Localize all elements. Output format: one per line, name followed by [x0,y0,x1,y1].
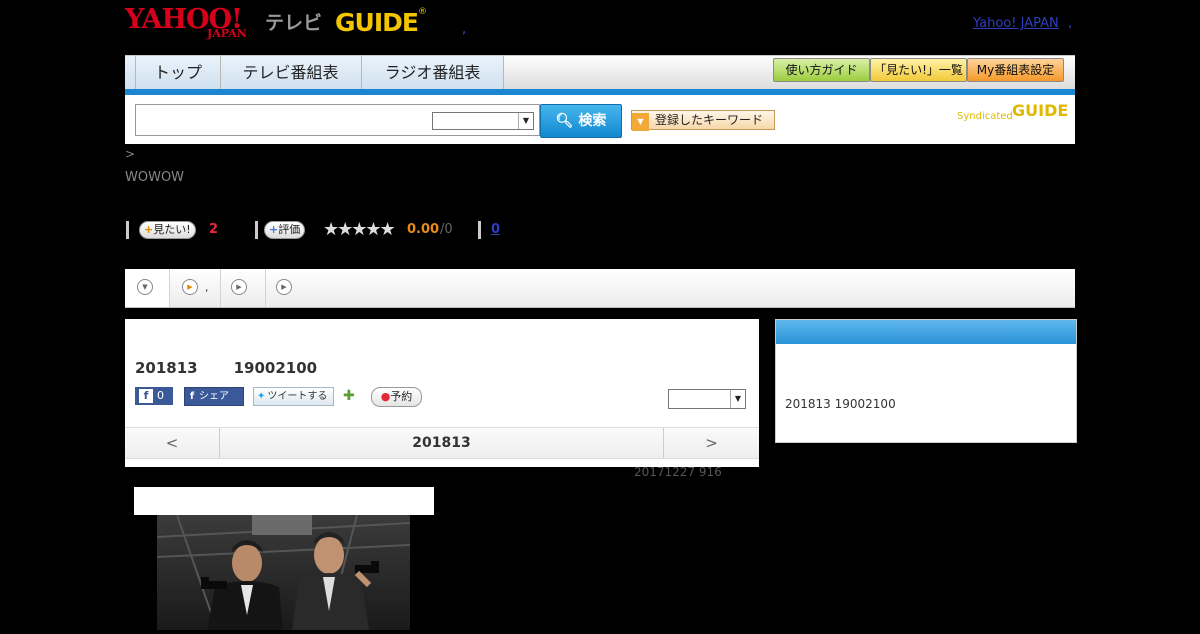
chevron-down-icon: ▼ [730,390,745,408]
program-date: 201813 [135,359,198,377]
tweet-label: ツイートする [267,391,328,402]
yahoo-japan-logo[interactable]: YAHOO! JAPAN [125,6,260,42]
japan-logo-text: JAPAN [207,27,247,40]
tweet-button[interactable]: ✦ ツイートする [253,387,334,406]
breadcrumb[interactable]: > [125,147,135,161]
gguide-logo[interactable]: GUIDE® [335,7,435,41]
want-list-button[interactable]: 「見たい!」一覧 [870,58,967,82]
facebook-like-button[interactable]: f0 [135,387,173,405]
stat-divider [255,221,258,239]
main-nav-bar: トップ テレビ番組表 ラジオ番組表 使い方ガイド 「見たい!」一覧 My番組表設… [125,55,1075,90]
program-subtabs: ▼ ▶ , ▶ ▶ [125,269,1075,308]
add-to-calendar-icon[interactable]: ✚ [343,388,359,404]
play-circle-icon: ▶ [231,279,247,295]
syndicated-label: Syndicated [957,111,1013,122]
want-button-label: 見たい! [153,223,191,236]
facebook-icon: f [189,391,195,402]
next-date-button[interactable]: > [663,428,759,458]
side-panel-header [776,320,1076,344]
review-count-link[interactable]: 0 [491,222,500,237]
subtab-4[interactable]: ▶ [266,269,310,307]
side-panel-schedule: 201813 19002100 [785,397,896,411]
rating-total: /0 [440,222,453,237]
my-schedule-settings-button[interactable]: My番組表設定 [967,58,1064,82]
guide-button[interactable]: 使い方ガイド [773,58,870,82]
play-circle-icon: ▶ [182,279,198,295]
chevron-down-circle-icon: ▼ [137,279,153,295]
reserve-label: 予約 [390,390,413,403]
search-button-label: 検索 [578,113,607,129]
facebook-icon: f [139,389,153,403]
header-separator: , [462,22,467,37]
twitter-bird-icon: ✦ [257,391,266,402]
share-label: シェア [199,391,229,402]
header-link-separator: , [1068,16,1073,31]
plus-icon: + [144,223,154,236]
nav-tab-radio-schedule[interactable]: ラジオ番組表 [362,56,504,90]
subtab-2[interactable]: ▶ , [170,269,221,307]
nav-tab-tv-schedule[interactable]: テレビ番組表 [220,56,362,90]
record-dot-icon: ● [380,390,391,403]
play-circle-icon: ▶ [276,279,292,295]
program-title: 201813 19002100 [135,359,317,377]
registered-keywords-button[interactable]: ▼ 登録したキーワード [631,110,775,131]
program-detail-panel: 201813 19002100 f0 f シェア ✦ ツイートする ✚ ●予約 ▼ <… [125,319,759,467]
current-date: 201813 [412,435,471,451]
side-panel: 201813 19002100 [775,319,1077,443]
program-photo[interactable] [156,514,411,631]
triangle-down-icon: ▼ [632,113,649,131]
facebook-like-count: 0 [157,389,164,402]
registered-keywords-label: 登録したキーワード [655,113,764,127]
registered-mark: ® [417,7,427,17]
rating-stars-icon: ★★★★★ [323,219,396,240]
syndicated-gguide-logo: GUIDE [1012,101,1069,120]
gguide-logo-text: GUIDE [335,8,419,37]
program-option-select[interactable]: ▼ [668,389,746,409]
chevron-down-icon: ▼ [518,113,533,129]
subtab-3[interactable]: ▶ [221,269,266,307]
stat-divider [126,221,129,239]
rate-button[interactable]: +評価 [264,221,306,239]
yahoo-japan-link[interactable]: Yahoo! JAPAN [973,16,1059,31]
image-caption-bar [134,487,434,515]
program-photo-image [156,514,411,631]
prev-date-button[interactable]: < [125,428,220,458]
search-area: ▼ 🔍︎ 検索 ▼ 登録したキーワード Syndicated GUIDE [125,95,1075,144]
plus-icon: + [269,223,279,236]
rate-button-label: 評価 [278,223,301,236]
program-time: 19002100 [233,359,318,377]
subtab-2-label: , [205,281,209,294]
last-updated: 20171227 916 [634,465,722,479]
want-count: 2 [209,222,219,237]
search-category-select[interactable]: ▼ [432,112,534,130]
tv-logo-label[interactable]: テレビ [265,8,322,35]
want-button[interactable]: +見たい! [139,221,196,239]
nav-tab-top[interactable]: トップ [135,56,221,90]
facebook-share-button[interactable]: f シェア [184,387,244,406]
search-icon: 🔍︎ [555,113,574,129]
rating-score: 0.00 [407,222,440,237]
reserve-button[interactable]: ●予約 [371,387,422,407]
search-button[interactable]: 🔍︎ 検索 [540,104,622,138]
subtab-1[interactable]: ▼ [125,269,170,307]
stat-divider [478,221,481,239]
channel-name: WOWOW [125,170,185,185]
date-navigation: < 201813 > [125,427,759,459]
